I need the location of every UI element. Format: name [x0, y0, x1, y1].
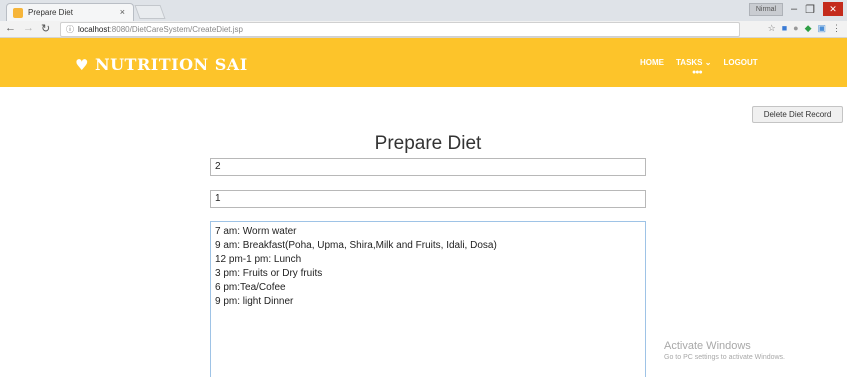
- activate-windows-watermark: Activate Windows Go to PC settings to ac…: [664, 340, 785, 361]
- diet-field-2[interactable]: 1: [210, 190, 646, 208]
- nav-logout[interactable]: LOGOUT: [723, 58, 757, 67]
- extension-icon[interactable]: ■: [782, 23, 787, 34]
- extension-icon[interactable]: ◆: [805, 23, 812, 34]
- forward-icon[interactable]: →: [23, 22, 34, 35]
- url-host: localhost: [78, 25, 110, 34]
- watermark-subtitle: Go to PC settings to activate Windows.: [664, 354, 785, 361]
- delete-diet-record-button[interactable]: Delete Diet Record: [752, 106, 843, 123]
- bookmark-star-icon[interactable]: ☆: [768, 23, 776, 34]
- heart-icon: ♥: [75, 55, 89, 74]
- browser-tab[interactable]: Prepare Diet ×: [6, 3, 134, 21]
- tab-close-icon[interactable]: ×: [120, 7, 125, 17]
- url-input[interactable]: ⓘ localhost:8080/DietCareSystem/CreateDi…: [60, 22, 740, 37]
- extension-icon[interactable]: ●: [793, 23, 798, 34]
- menu-icon[interactable]: ⋮: [832, 23, 841, 34]
- nav-tasks[interactable]: TASKS ⌄ ●●●: [676, 58, 712, 76]
- back-icon[interactable]: ←: [5, 22, 16, 35]
- address-bar: ← → ↻ ⓘ localhost:8080/DietCareSystem/Cr…: [0, 21, 847, 38]
- restore-icon[interactable]: ❐: [805, 3, 815, 16]
- url-path: :8080/DietCareSystem/CreateDiet.jsp: [109, 25, 243, 34]
- window-close-icon[interactable]: ✕: [823, 2, 843, 16]
- brand-name: NUTRITION SAI: [94, 55, 248, 74]
- brand[interactable]: ♥ NUTRITION SAI: [75, 55, 248, 74]
- watermark-title: Activate Windows: [664, 340, 751, 352]
- browser-tab-bar: Prepare Diet × Nirmal – ❐ ✕: [0, 0, 847, 21]
- diet-field-1[interactable]: 2: [210, 158, 646, 176]
- new-tab-button[interactable]: [134, 5, 166, 19]
- nav-home[interactable]: HOME: [640, 58, 664, 67]
- minimize-icon[interactable]: –: [791, 3, 797, 15]
- extension-icons: ☆ ■ ● ◆ ▣ ⋮: [768, 23, 841, 34]
- site-navbar: ♥ NUTRITION SAI HOME TASKS ⌄ ●●● LOGOUT: [0, 38, 847, 87]
- page-title: Prepare Diet: [374, 133, 482, 154]
- info-icon[interactable]: ⓘ: [66, 24, 74, 35]
- diet-plan-textarea[interactable]: 7 am: Worm water 9 am: Breakfast(Poha, U…: [210, 221, 646, 377]
- tasks-dots-icon: ●●●: [692, 69, 703, 76]
- extension-icon[interactable]: ▣: [817, 23, 826, 34]
- nav-buttons: ← → ↻: [5, 22, 50, 35]
- reload-icon[interactable]: ↻: [41, 22, 50, 35]
- nav-tasks-label: TASKS ⌄: [676, 58, 712, 67]
- nav-menu: HOME TASKS ⌄ ●●● LOGOUT: [640, 58, 758, 76]
- favicon-icon: [13, 7, 23, 18]
- window-user-badge[interactable]: Nirmal: [749, 2, 783, 16]
- tab-title: Prepare Diet: [28, 8, 73, 17]
- window-controls: Nirmal – ❐ ✕: [749, 2, 843, 16]
